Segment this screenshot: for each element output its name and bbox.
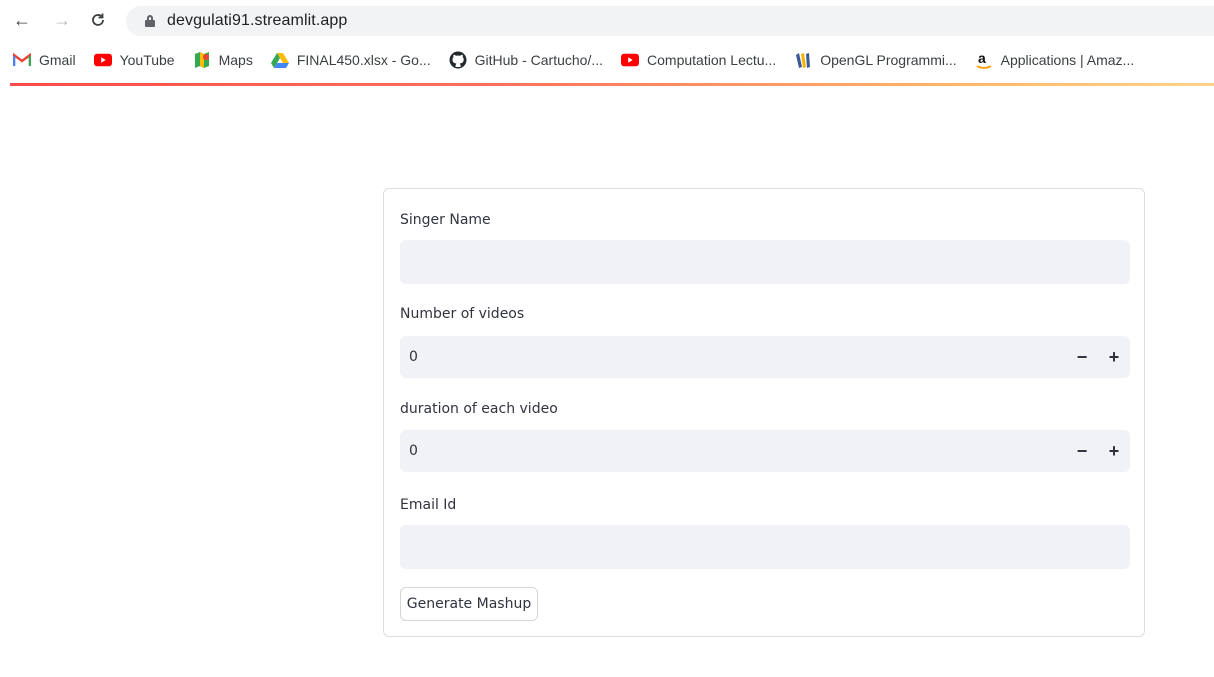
increment-button[interactable]: + <box>1098 336 1130 378</box>
url-text: devgulati91.streamlit.app <box>167 12 348 29</box>
svg-text:a: a <box>978 51 986 66</box>
duration-label: duration of each video <box>400 401 558 417</box>
number-of-videos-label: Number of videos <box>400 306 525 322</box>
duration-value[interactable]: 0 <box>400 443 1066 459</box>
decrement-button[interactable]: − <box>1066 430 1098 472</box>
books-icon <box>794 52 812 68</box>
decrement-button[interactable]: − <box>1066 336 1098 378</box>
reload-icon[interactable] <box>87 9 109 31</box>
bookmark-gmail[interactable]: Gmail <box>13 52 76 68</box>
bookmark-maps[interactable]: Maps <box>193 52 253 68</box>
number-of-videos-stepper[interactable]: 0 − + <box>400 336 1130 378</box>
increment-button[interactable]: + <box>1098 430 1130 472</box>
duration-stepper[interactable]: 0 − + <box>400 430 1130 472</box>
email-field[interactable] <box>400 525 1130 569</box>
generate-mashup-button[interactable]: Generate Mashup <box>400 587 538 621</box>
bookmark-opengl[interactable]: OpenGL Programmi... <box>794 52 957 68</box>
back-arrow-icon[interactable]: ← <box>11 9 33 31</box>
youtube-icon <box>621 52 640 68</box>
number-of-videos-value[interactable]: 0 <box>400 349 1066 365</box>
singer-name-field[interactable] <box>400 240 1130 284</box>
bookmark-amazon[interactable]: a Applications | Amaz... <box>975 51 1134 69</box>
address-bar[interactable]: devgulati91.streamlit.app <box>126 6 1214 36</box>
maps-icon <box>193 52 211 68</box>
singer-name-label: Singer Name <box>400 212 491 228</box>
bookmark-final450[interactable]: FINAL450.xlsx - Go... <box>270 52 431 68</box>
email-id-input[interactable] <box>400 525 1130 569</box>
email-id-label: Email Id <box>400 497 457 513</box>
singer-name-input[interactable] <box>400 240 1130 284</box>
google-drive-icon <box>270 52 289 68</box>
github-icon <box>449 51 467 69</box>
lock-icon <box>145 15 155 27</box>
bookmark-computation[interactable]: Computation Lectu... <box>621 52 776 68</box>
forward-arrow-icon[interactable]: → <box>51 9 73 31</box>
youtube-icon <box>93 52 112 68</box>
mashup-form: Singer Name Number of videos 0 − + durat… <box>383 188 1145 637</box>
streamlit-decoration-bar <box>10 83 1214 86</box>
bookmarks-bar: Gmail YouTube Maps FINAL450.xlsx - Go...… <box>0 44 1214 76</box>
amazon-icon: a <box>975 51 993 69</box>
gmail-icon <box>13 52 31 68</box>
bookmark-github[interactable]: GitHub - Cartucho/... <box>449 51 603 69</box>
bookmark-youtube[interactable]: YouTube <box>93 52 175 68</box>
browser-toolbar: ← → devgulati91.streamlit.app <box>0 0 1214 40</box>
